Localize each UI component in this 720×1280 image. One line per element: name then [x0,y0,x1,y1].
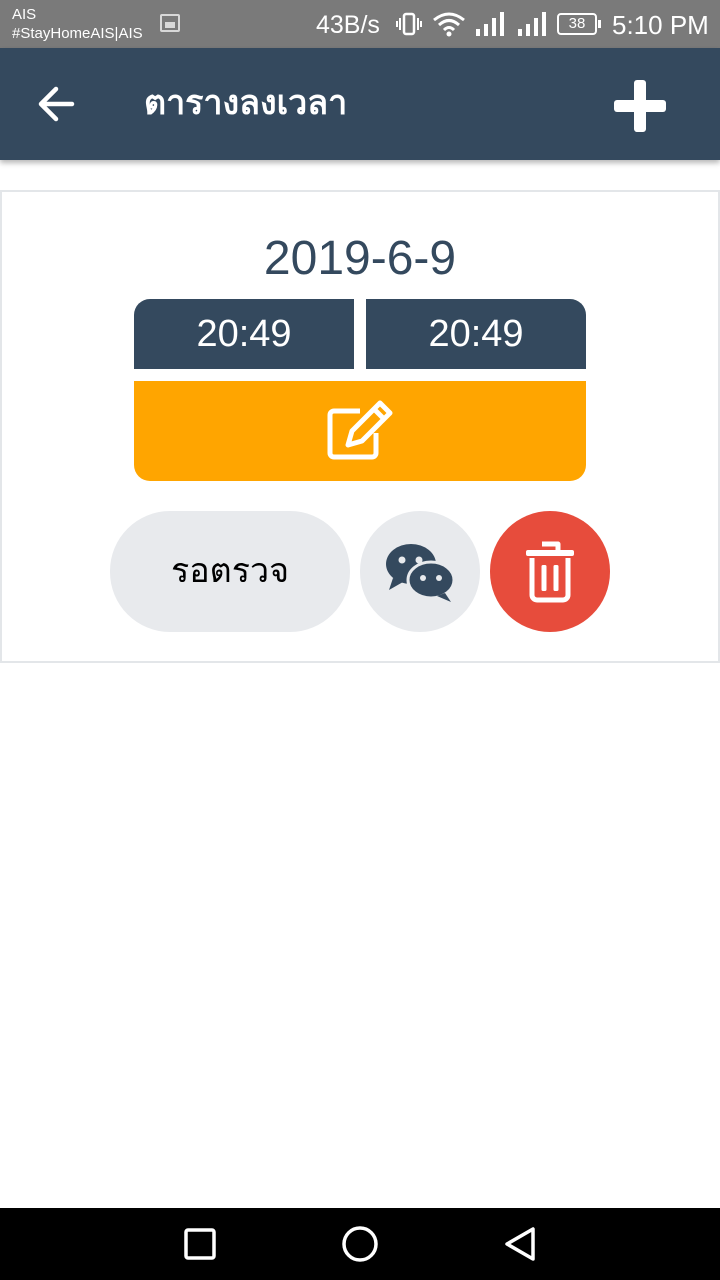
signal-strength-icon [476,12,504,36]
edit-square-icon [327,400,393,460]
recent-apps-button[interactable] [180,1224,220,1264]
battery-icon: 38 [557,13,601,35]
edit-button[interactable] [134,381,586,481]
back-nav-button[interactable] [500,1224,540,1264]
vibrate-icon [396,12,422,36]
network-speed: 43B/s [316,11,380,39]
delete-button[interactable] [490,511,610,632]
chat-button[interactable] [360,511,480,632]
app-bar: ตารางลงเวลา [0,48,720,160]
page-title: ตารางลงเวลา [144,83,348,123]
status-time: 5:10 PM [612,10,709,40]
plus-icon [614,80,666,132]
square-icon [184,1228,216,1260]
wechat-bubbles-icon [386,543,456,602]
screen: AIS #StayHomeAIS|AIS 43B/s 38 5:10 PM ตา… [0,0,720,1280]
arrow-left-icon [38,86,75,122]
back-button[interactable] [22,70,90,138]
start-time-button[interactable]: 20:49 [134,299,354,369]
add-button[interactable] [604,70,676,142]
timesheet-entry-card: 2019-6-9 20:49 20:49 รอตรวจ [0,190,720,663]
circle-icon [342,1226,378,1262]
triangle-back-icon [505,1227,535,1261]
status-pending-button[interactable]: รอตรวจ [110,511,350,632]
entry-date: 2019-6-9 [263,232,457,285]
navigation-bar [0,1208,720,1280]
end-time-button[interactable]: 20:49 [366,299,586,369]
status-bar: AIS #StayHomeAIS|AIS 43B/s 38 5:10 PM [0,0,720,48]
wifi-icon [433,12,465,37]
trash-icon [526,541,574,602]
carrier-tagline: #StayHomeAIS|AIS [12,25,143,42]
carrier-name: AIS [12,6,37,23]
signal-strength-2-icon [518,12,546,36]
image-notification-icon [160,14,180,32]
carrier-label: AIS #StayHomeAIS|AIS [12,5,143,43]
home-button[interactable] [340,1224,380,1264]
